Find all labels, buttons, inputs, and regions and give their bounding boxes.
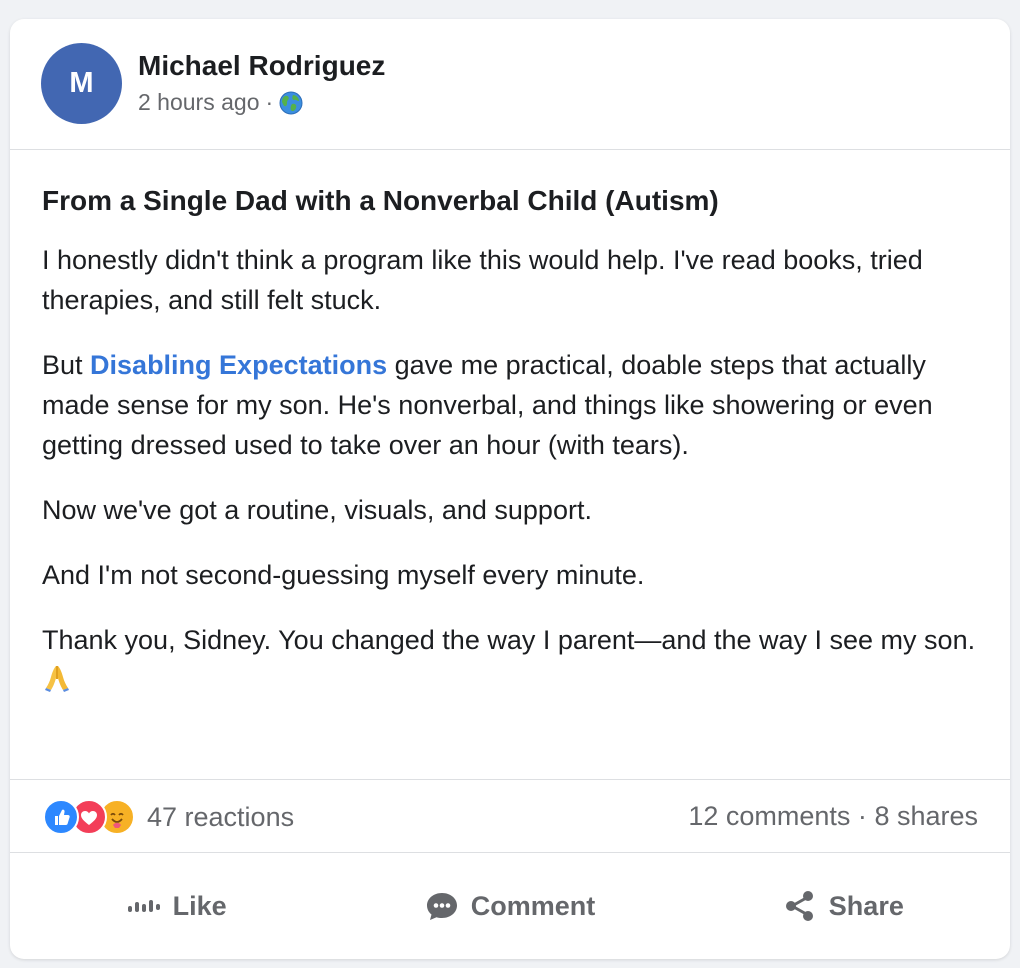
meta-separator: · (265, 89, 274, 115)
post-paragraph: I honestly didn't think a program like t… (42, 245, 923, 315)
author-name[interactable]: Michael Rodriguez (138, 50, 385, 82)
post-paragraph: But Disabling Expectations gave me pract… (42, 345, 992, 465)
post-header: M Michael Rodriguez 2 hours ago · (10, 19, 1010, 150)
like-icon (43, 799, 79, 835)
counts-separator: · (857, 801, 867, 831)
reactions-summary[interactable]: 47 reactions (43, 799, 294, 835)
post-meta: 2 hours ago · (138, 89, 303, 116)
post-paragraph: And I'm not second-guessing myself every… (42, 560, 645, 590)
post-paragraph: Now we've got a routine, visuals, and su… (42, 495, 592, 525)
like-dots-icon (127, 900, 160, 912)
comment-label: Comment (470, 890, 596, 921)
comment-count[interactable]: 12 comments (688, 801, 850, 831)
program-link[interactable]: Disabling Expectations (90, 350, 387, 380)
folded-hands-icon (42, 663, 72, 693)
comment-button[interactable]: Comment (343, 853, 676, 959)
avatar-initial: M (69, 67, 94, 99)
paragraph-text: But (42, 350, 91, 380)
like-button[interactable]: Like (10, 853, 343, 959)
post-card: M Michael Rodriguez 2 hours ago · From a… (10, 19, 1010, 959)
post-actions: Like Comment Share (10, 853, 1010, 959)
globe-icon[interactable] (279, 91, 303, 115)
paragraph-text: Thank you, Sidney. You changed the way I… (42, 625, 976, 655)
post-body: From a Single Dad with a Nonverbal Child… (42, 181, 992, 725)
avatar[interactable]: M (41, 43, 122, 124)
post-timestamp[interactable]: 2 hours ago (138, 89, 259, 116)
share-button[interactable]: Share (677, 853, 1010, 959)
share-label: Share (828, 890, 904, 921)
engagement-counts: 12 comments · 8 shares (688, 801, 978, 832)
like-label: Like (172, 890, 227, 921)
share-icon (785, 891, 813, 921)
share-count[interactable]: 8 shares (874, 801, 978, 831)
post-paragraph: Thank you, Sidney. You changed the way I… (42, 620, 992, 700)
comment-bubble-icon (426, 893, 457, 920)
post-stats: 47 reactions 12 comments · 8 shares (10, 779, 1010, 853)
reaction-count: 47 reactions (147, 801, 295, 832)
post-title: From a Single Dad with a Nonverbal Child… (42, 185, 719, 216)
